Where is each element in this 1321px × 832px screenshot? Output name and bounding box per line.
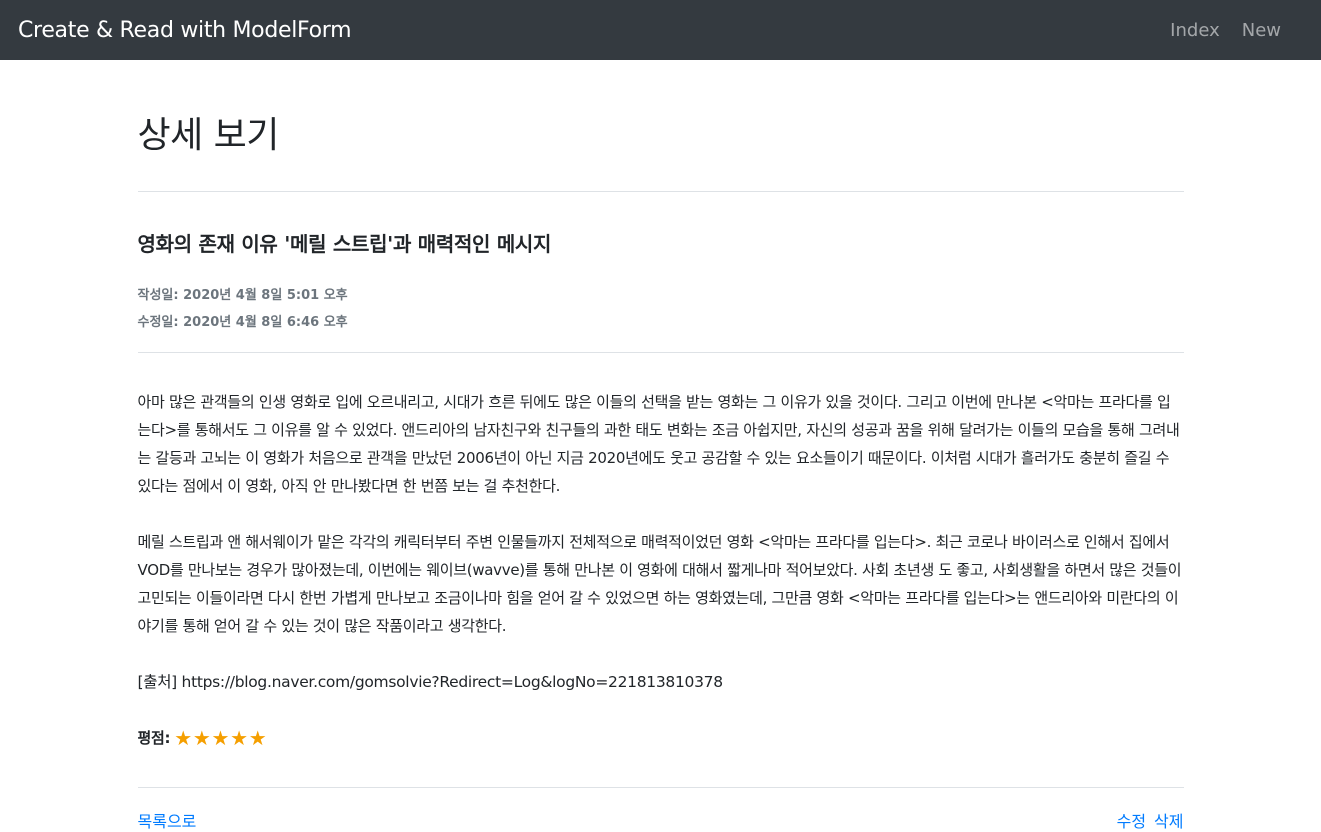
created-date: 작성일: 2020년 4월 8일 5:01 오후: [137, 288, 348, 303]
star-icon: ★: [211, 726, 230, 750]
post-actions: 수정 삭제: [1117, 808, 1184, 832]
delete-link[interactable]: 삭제: [1154, 808, 1183, 832]
main-content: 상세 보기 영화의 존재 이유 '메릴 스트립'과 매력적인 메시지 작성일: …: [137, 114, 1184, 832]
source-line: [출처] https://blog.naver.com/gomsolvie?Re…: [137, 673, 724, 691]
nav-links: Index New: [1170, 20, 1303, 41]
rating-label: 평점:: [137, 729, 171, 747]
nav-link-index[interactable]: Index: [1170, 20, 1220, 41]
star-icon: ★: [230, 726, 248, 750]
star-icon: ★: [248, 726, 267, 750]
rating: 평점: ★ ★ ★ ★ ★: [138, 724, 1184, 752]
footer-actions: 목록으로 수정 삭제: [138, 808, 1184, 832]
star-icon: ★: [192, 726, 211, 750]
meta-divider: [137, 352, 1184, 353]
brand-link[interactable]: Create & Read with ModelForm: [18, 18, 352, 43]
title-divider: [137, 191, 1184, 192]
back-to-list-link[interactable]: 목록으로: [138, 808, 197, 832]
edit-link[interactable]: 수정: [1117, 808, 1146, 832]
post-meta: 작성일: 2020년 4월 8일 5:01 오후 수정일: 2020년 4월 8…: [138, 282, 1184, 336]
page-title: 상세 보기: [137, 115, 280, 156]
updated-date: 수정일: 2020년 4월 8일 6:46 오후: [137, 315, 348, 330]
star-icon: ★: [174, 726, 192, 750]
nav-link-new[interactable]: New: [1242, 20, 1281, 41]
post-title: 영화의 존재 이유 '메릴 스트립'과 매력적인 메시지: [137, 232, 552, 256]
body-paragraph-2: 메릴 스트립과 앤 해서웨이가 맡은 각각의 캐릭터부터 주변 인물들까지 전체…: [137, 533, 1182, 635]
footer-divider: [137, 787, 1184, 788]
body-paragraph-1: 아마 많은 관객들의 인생 영화로 입에 오르내리고, 시대가 흐른 뒤에도 많…: [137, 393, 1180, 495]
rating-stars: ★ ★ ★ ★ ★: [174, 728, 266, 748]
top-navbar: Create & Read with ModelForm Index New: [0, 0, 1321, 60]
post-body: 아마 많은 관객들의 인생 영화로 입에 오르내리고, 시대가 흐른 뒤에도 많…: [138, 388, 1184, 752]
